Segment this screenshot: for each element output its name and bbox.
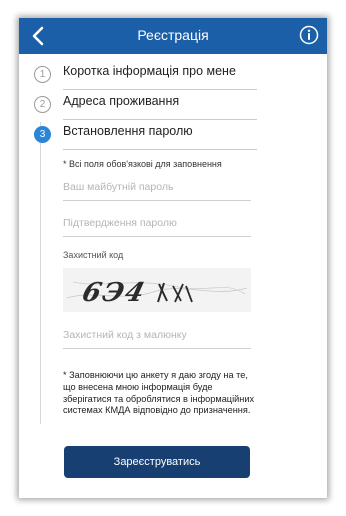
- confirm-password-field[interactable]: [63, 212, 251, 237]
- step-2[interactable]: 2 Адреса проживання: [19, 90, 327, 120]
- step-3[interactable]: 3 Встановлення паролю: [19, 120, 327, 150]
- step-number: 3: [34, 126, 51, 143]
- password-field[interactable]: [63, 176, 251, 201]
- captcha-glyphs: 6Э4: [79, 277, 149, 308]
- phone-frame: Реєстрація 1 Коротка інформація про мене…: [19, 18, 327, 498]
- divider: [63, 149, 257, 150]
- captcha-label: Захистний код: [63, 250, 124, 260]
- page-title: Реєстрація: [137, 27, 209, 43]
- step-number: 1: [34, 66, 51, 83]
- step-connector: [40, 122, 41, 424]
- step-number: 2: [34, 96, 51, 113]
- captcha-field[interactable]: [63, 324, 251, 349]
- app-bar: Реєстрація: [19, 18, 327, 54]
- step-1[interactable]: 1 Коротка інформація про мене: [19, 60, 327, 90]
- step-label: Коротка інформація про мене: [63, 64, 236, 78]
- step-label: Встановлення паролю: [63, 124, 193, 138]
- password-input[interactable]: [63, 176, 251, 198]
- info-icon: [299, 25, 319, 45]
- required-note: * Всі поля обов'язкові для заповнення: [63, 159, 222, 169]
- confirm-password-input[interactable]: [63, 212, 251, 234]
- info-button[interactable]: [299, 25, 319, 45]
- captcha-input[interactable]: [63, 324, 251, 346]
- step-label: Адреса проживання: [63, 94, 180, 108]
- register-button[interactable]: Зареєструватись: [64, 446, 250, 478]
- consent-text: * Заповнюючи цю анкету я даю згоду на те…: [63, 370, 255, 416]
- captcha-image: 6Э4: [63, 268, 251, 312]
